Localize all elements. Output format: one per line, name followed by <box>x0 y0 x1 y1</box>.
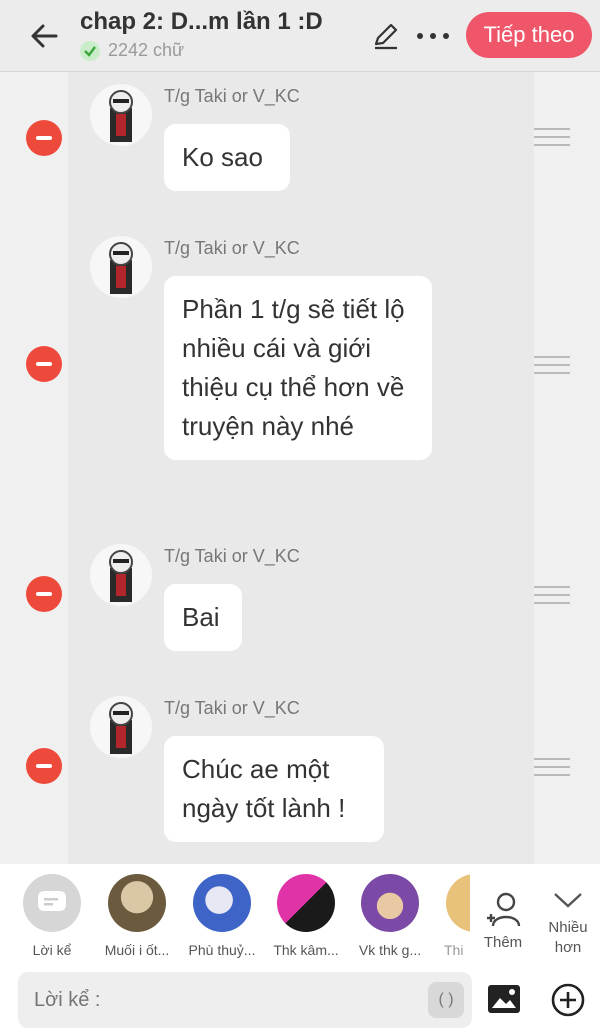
delete-icon[interactable] <box>26 576 62 612</box>
character-option[interactable]: Vk thk g... <box>350 874 430 958</box>
author-avatar[interactable] <box>90 236 152 298</box>
image-icon[interactable] <box>486 982 522 1016</box>
character-name: Vk thk g... <box>358 942 422 958</box>
add-character-button[interactable]: Thêm <box>478 890 528 951</box>
character-name: Thi <box>444 942 464 958</box>
character-name: Muối i ốt... <box>104 942 170 958</box>
character-picker[interactable]: Lời kể Muối i ốt... Phù thuỷ... Thk kâm.… <box>0 874 600 974</box>
pencil-icon[interactable] <box>370 20 402 52</box>
parenthesis-button[interactable]: ( ) <box>428 982 464 1018</box>
composer-panel: Lời kể Muối i ốt... Phù thuỷ... Thk kâm.… <box>0 864 600 1035</box>
back-arrow-icon[interactable] <box>26 18 62 54</box>
character-option[interactable]: Phù thuỷ... <box>182 874 262 958</box>
more-characters-button[interactable]: Nhiều hơn <box>540 890 596 958</box>
add-character-label: Thêm <box>483 934 523 951</box>
next-button[interactable]: Tiếp theo <box>466 12 592 58</box>
message-bubble[interactable]: Ko sao <box>164 124 290 191</box>
narration-input[interactable] <box>18 972 472 1028</box>
message-list[interactable]: T/g Taki or V_KC Ko sao T/g Taki or V_KC… <box>0 72 600 864</box>
author-avatar[interactable] <box>90 696 152 758</box>
drag-handle-icon[interactable] <box>534 356 570 374</box>
drag-handle-icon[interactable] <box>534 758 570 776</box>
drag-handle-icon[interactable] <box>534 586 570 604</box>
character-option[interactable]: Lời kể <box>12 874 92 958</box>
author-name: T/g Taki or V_KC <box>164 546 300 566</box>
character-avatar <box>277 874 335 932</box>
delete-icon[interactable] <box>26 346 62 382</box>
author-avatar[interactable] <box>90 84 152 146</box>
character-avatar <box>108 874 166 932</box>
check-icon <box>80 40 100 61</box>
author-name: T/g Taki or V_KC <box>164 698 300 718</box>
character-avatar <box>361 874 419 932</box>
narration-icon <box>23 874 81 932</box>
author-name: T/g Taki or V_KC <box>164 86 300 106</box>
character-name: Phù thuỷ... <box>188 942 256 958</box>
character-name: Lời kể <box>32 942 72 958</box>
chevron-down-icon <box>554 893 582 908</box>
character-option[interactable]: Thk kâm... <box>266 874 346 958</box>
word-count-label: 2242 chữ <box>108 40 185 60</box>
more-options-icon[interactable] <box>414 22 452 50</box>
author-name: T/g Taki or V_KC <box>164 238 300 258</box>
message-bubble[interactable]: Bai <box>164 584 242 651</box>
more-characters-label: Nhiều hơn <box>548 919 588 956</box>
add-user-icon <box>487 892 521 927</box>
delete-icon[interactable] <box>26 748 62 784</box>
word-count: 2242 chữ <box>80 40 184 61</box>
message-bubble[interactable]: Chúc ae một ngày tốt lành ! <box>164 736 384 842</box>
chapter-title[interactable]: chap 2: D...m lần 1 :D <box>80 8 323 36</box>
delete-icon[interactable] <box>26 120 62 156</box>
add-circle-icon[interactable] <box>550 982 586 1018</box>
top-bar: chap 2: D...m lần 1 :D 2242 chữ Tiếp the… <box>0 0 600 72</box>
character-name: Thk kâm... <box>273 942 339 958</box>
message-bubble[interactable]: Phần 1 t/g sẽ tiết lộ nhiều cái và giới … <box>164 276 432 460</box>
drag-handle-icon[interactable] <box>534 128 570 146</box>
character-option[interactable]: Thi <box>434 874 470 958</box>
character-option[interactable]: Muối i ốt... <box>97 874 177 958</box>
character-avatar <box>193 874 251 932</box>
author-avatar[interactable] <box>90 544 152 606</box>
character-avatar <box>446 874 470 932</box>
